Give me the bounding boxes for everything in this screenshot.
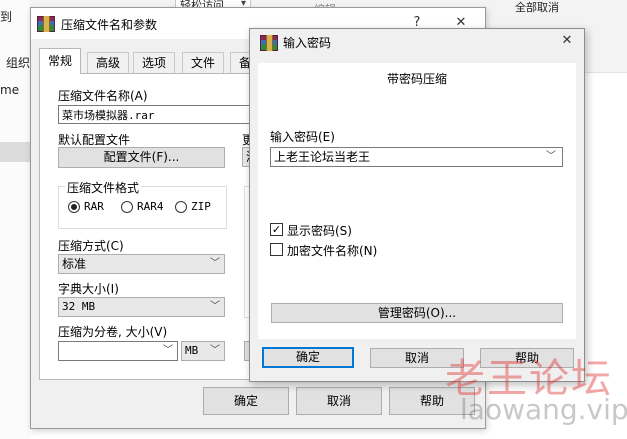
password-input[interactable]: 上老王论坛当老王 ﹀ bbox=[270, 147, 563, 167]
profiles-button[interactable]: 配置文件(F)... bbox=[58, 147, 225, 168]
show-password-checkbox[interactable]: ✓ bbox=[270, 223, 283, 236]
encrypt-filenames-checkbox[interactable] bbox=[270, 243, 283, 256]
watermark-url: laowang.vip bbox=[460, 393, 627, 426]
chevron-down-icon: ﹀ bbox=[210, 301, 220, 312]
select-none-button[interactable]: 全部取消 bbox=[515, 0, 559, 15]
default-profile-label: 默认配置文件 bbox=[58, 133, 131, 147]
format-zip-radio[interactable] bbox=[175, 201, 187, 213]
show-password-label: 显示密码(S) bbox=[287, 224, 352, 238]
ribbon-label-fragment: 到 bbox=[0, 10, 13, 24]
compression-method-combo[interactable]: 标准 ﹀ bbox=[58, 254, 225, 274]
archive-format-label: 压缩文件格式 bbox=[65, 179, 142, 196]
organize-group-label: 组织 bbox=[6, 56, 31, 70]
column-header-name-fragment: me bbox=[0, 83, 20, 97]
encrypt-filenames-label: 加密文件名称(N) bbox=[287, 244, 378, 258]
password-dialog-title: 输入密码 bbox=[283, 36, 332, 50]
format-rar-radio[interactable] bbox=[68, 201, 80, 213]
format-rar-label: RAR bbox=[84, 200, 104, 213]
password-dialog-header: 带密码压缩 bbox=[386, 72, 447, 86]
format-rar4-radio[interactable] bbox=[121, 201, 133, 213]
chevron-down-icon: ﹀ bbox=[163, 345, 173, 356]
winrar-app-icon bbox=[260, 35, 278, 51]
cancel-button[interactable]: 取消 bbox=[296, 387, 382, 415]
dictionary-size-label: 字典大小(I) bbox=[58, 282, 119, 296]
archive-name-label: 压缩文件名称(A) bbox=[58, 89, 148, 103]
ok-button[interactable]: 确定 bbox=[203, 387, 289, 415]
enter-password-label: 输入密码(E) bbox=[270, 130, 335, 144]
format-rar4-label: RAR4 bbox=[137, 200, 164, 213]
close-icon[interactable]: ✕ bbox=[557, 31, 577, 51]
password-dialog-body: 带密码压缩 输入密码(E) 上老王论坛当老王 ﹀ ✓ 显示密码(S) 加密文件名… bbox=[258, 63, 576, 339]
split-volumes-label: 压缩为分卷, 大小(V) bbox=[58, 325, 168, 339]
split-volume-size-input[interactable]: ﹀ bbox=[58, 341, 178, 361]
chevron-down-icon: ﹀ bbox=[210, 345, 220, 356]
compression-method-label: 压缩方式(C) bbox=[58, 239, 124, 253]
winrar-app-icon bbox=[37, 16, 55, 32]
tab-general[interactable]: 常规 bbox=[39, 48, 82, 74]
tab-files[interactable]: 文件 bbox=[182, 52, 225, 73]
password-ok-button[interactable]: 确定 bbox=[262, 347, 354, 368]
tab-advanced[interactable]: 高级 bbox=[87, 52, 130, 73]
organize-passwords-button[interactable]: 管理密码(O)... bbox=[271, 303, 563, 323]
explorer-nav-selected-item[interactable] bbox=[0, 142, 30, 162]
format-zip-label: ZIP bbox=[191, 200, 211, 213]
dictionary-size-combo[interactable]: 32 MB ﹀ bbox=[58, 297, 225, 317]
chevron-down-icon: ﹀ bbox=[210, 258, 220, 269]
tab-options[interactable]: 选项 bbox=[133, 52, 176, 73]
split-unit-combo[interactable]: MB ﹀ bbox=[181, 341, 225, 361]
enter-password-dialog: 输入密码 ✕ 带密码压缩 输入密码(E) 上老王论坛当老王 ﹀ ✓ 显示密码(S… bbox=[249, 28, 585, 382]
archive-dialog-title: 压缩文件名和参数 bbox=[61, 18, 158, 32]
archive-name-input[interactable]: 菜市场模拟器.rar bbox=[58, 105, 258, 124]
chevron-down-icon[interactable]: ﹀ bbox=[546, 148, 556, 166]
